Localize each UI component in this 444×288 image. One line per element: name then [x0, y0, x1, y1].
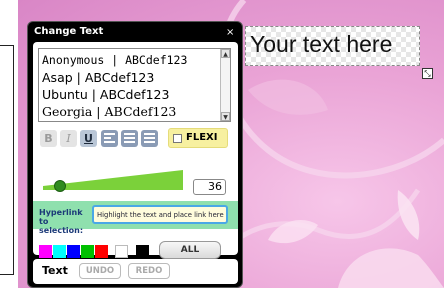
swatch-white[interactable]: [115, 245, 128, 258]
font-list[interactable]: Anonymous | ABCdef123 Asap | ABCdef123 U…: [38, 48, 231, 122]
align-justify-button[interactable]: [141, 130, 158, 147]
canvas-text[interactable]: Your text here: [250, 31, 392, 58]
swatch-black[interactable]: [136, 245, 149, 258]
scroll-down-icon[interactable]: ▼: [221, 112, 230, 121]
flexi-toggle[interactable]: FLEXI: [168, 128, 228, 148]
undo-button[interactable]: UNDO: [79, 263, 121, 279]
resize-handle-icon[interactable]: ⤡: [422, 68, 433, 79]
panel-body: Anonymous | ABCdef123 Asap | ABCdef123 U…: [33, 42, 238, 271]
hyperlink-section: Hyperlink to selection: Highlight the te…: [33, 201, 238, 235]
swatch-cyan[interactable]: [53, 245, 66, 258]
font-size-field[interactable]: 36: [193, 179, 226, 195]
bold-button[interactable]: B: [40, 130, 57, 147]
canvas-frame-edge: [0, 45, 14, 275]
font-option-georgia[interactable]: Georgia | ABCdef123: [42, 104, 176, 119]
swatch-magenta[interactable]: [39, 245, 52, 258]
canvas-text-box[interactable]: Your text here: [245, 26, 420, 66]
flexi-checkbox[interactable]: [173, 134, 182, 143]
swatch-green[interactable]: [81, 245, 94, 258]
size-slider-handle[interactable]: [54, 180, 66, 192]
swatch-blue[interactable]: [67, 245, 80, 258]
align-left-button[interactable]: [101, 130, 118, 147]
italic-button[interactable]: I: [60, 130, 77, 147]
font-option-asap[interactable]: Asap | ABCdef123: [42, 70, 154, 85]
font-option-anonymous[interactable]: Anonymous | ABCdef123: [42, 53, 187, 67]
hyperlink-label: Hyperlink to selection:: [39, 208, 84, 235]
font-option-ubuntu[interactable]: Ubuntu | ABCdef123: [42, 87, 169, 102]
align-center-button[interactable]: [121, 130, 138, 147]
font-list-scrollbar[interactable]: ▲ ▼: [220, 49, 230, 121]
all-colors-button[interactable]: ALL COLORS: [159, 241, 221, 271]
bottom-toolbar: Text UNDO REDO: [33, 259, 238, 284]
underline-button[interactable]: U: [80, 130, 97, 147]
panel-title: Change Text: [34, 26, 104, 37]
flexi-label: FLEXI: [186, 132, 218, 143]
scroll-up-icon[interactable]: ▲: [221, 49, 230, 58]
hyperlink-input[interactable]: Highlight the text and place link here: [92, 205, 228, 224]
close-icon[interactable]: ×: [226, 28, 234, 38]
bottom-text-label: Text: [42, 264, 68, 277]
redo-button[interactable]: REDO: [128, 263, 170, 279]
change-text-panel: Change Text × Anonymous | ABCdef123 Asap…: [27, 21, 243, 288]
swatch-red[interactable]: [95, 245, 108, 258]
